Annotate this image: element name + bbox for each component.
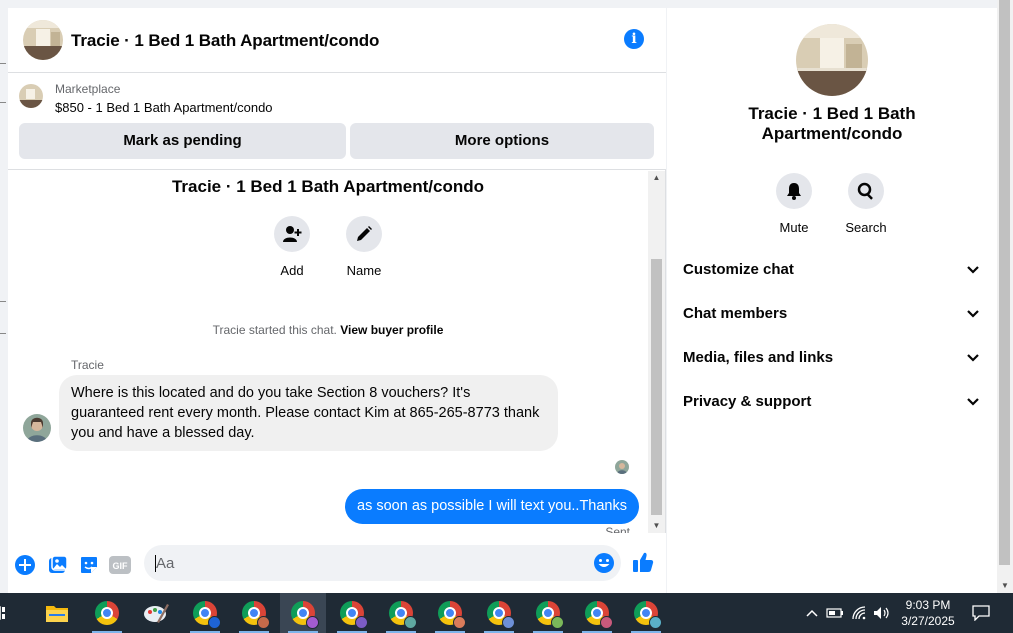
outgoing-message[interactable]: as soon as possible I will text you..Tha… — [345, 489, 639, 524]
window-scroll-down-arrow-icon[interactable]: ▼ — [997, 581, 1013, 590]
chrome-profile-5-icon[interactable] — [378, 593, 424, 633]
media-files-links-label: Media, files and links — [683, 349, 834, 366]
gif-label: GIF — [113, 561, 129, 571]
top-strip — [0, 0, 997, 8]
listing-title[interactable]: $850 - 1 Bed 1 Bath Apartment/condo — [55, 100, 273, 115]
mute-label: Mute — [779, 220, 809, 235]
chat-avatar[interactable] — [23, 20, 63, 60]
chevron-down-icon[interactable] — [967, 252, 979, 288]
battery-icon[interactable] — [825, 593, 845, 633]
show-hidden-icons-chevron-icon[interactable] — [803, 593, 821, 633]
privacy-support-label: Privacy & support — [683, 393, 812, 410]
view-buyer-profile-link[interactable]: View buyer profile — [340, 323, 443, 337]
chevron-down-icon[interactable] — [967, 384, 979, 420]
clock-date: 3/27/2025 — [901, 614, 955, 628]
message-input[interactable] — [144, 545, 621, 581]
more-options-button[interactable]: More options — [350, 123, 654, 159]
search-label: Search — [845, 220, 887, 235]
message-scrollbar[interactable]: ▲ ▼ — [648, 171, 665, 533]
listing-thumbnail[interactable] — [19, 84, 43, 108]
notification-icon[interactable] — [968, 593, 994, 633]
system-clock[interactable]: 9:03 PM 3/27/2025 — [896, 597, 960, 629]
sender-avatar[interactable] — [23, 414, 51, 442]
chrome-profile-10-icon[interactable] — [623, 593, 669, 633]
name-action[interactable]: Name — [334, 216, 394, 278]
emoji-icon[interactable] — [593, 552, 615, 579]
window-scrollbar[interactable]: ▼ — [997, 0, 1013, 593]
chevron-down-icon[interactable] — [967, 296, 979, 332]
chat-members-section[interactable]: Chat members — [667, 296, 997, 332]
clock-time: 9:03 PM — [905, 598, 951, 612]
scroll-up-arrow-icon[interactable]: ▲ — [648, 171, 665, 185]
scroll-down-arrow-icon[interactable]: ▼ — [648, 519, 665, 533]
file-explorer-icon[interactable] — [34, 593, 80, 633]
paint-app-icon[interactable] — [133, 593, 179, 633]
info-avatar[interactable] — [796, 24, 868, 96]
photo-icon[interactable] — [47, 554, 69, 576]
chat-info-panel: Tracie · 1 Bed 1 Bath Apartment/condo Mu… — [667, 8, 997, 593]
chrome-profile-6-icon[interactable] — [427, 593, 473, 633]
chat-members-label: Chat members — [683, 305, 788, 322]
chevron-down-icon[interactable] — [967, 340, 979, 376]
volume-icon[interactable] — [872, 593, 892, 633]
chrome-profile-8-icon[interactable] — [525, 593, 571, 633]
sent-status: Sent — [605, 525, 630, 533]
name-label: Name — [346, 263, 382, 278]
chrome-profile-4-icon[interactable] — [329, 593, 375, 633]
media-files-links-section[interactable]: Media, files and links — [667, 340, 997, 376]
mark-as-pending-button[interactable]: Mark as pending — [19, 123, 346, 159]
chat-column: Tracie · 1 Bed 1 Bath Apartment/condo i … — [8, 8, 666, 593]
gif-icon[interactable]: GIF — [109, 554, 131, 576]
add-label: Add — [280, 263, 304, 278]
marketplace-bar: Marketplace $850 - 1 Bed 1 Bath Apartmen… — [8, 73, 666, 170]
window-scroll-thumb[interactable] — [999, 0, 1010, 565]
marketplace-label: Marketplace — [55, 82, 121, 96]
pencil-icon[interactable] — [346, 216, 382, 252]
chat-started-text: Tracie started this chat. — [212, 323, 337, 337]
search-icon[interactable] — [848, 173, 884, 209]
bell-icon[interactable] — [776, 173, 812, 209]
sticker-icon[interactable] — [78, 554, 100, 576]
task-view-icon[interactable] — [0, 593, 16, 633]
chat-header: Tracie · 1 Bed 1 Bath Apartment/condo i — [8, 8, 666, 73]
message-scroll-thumb[interactable] — [651, 259, 662, 515]
chrome-profile-7-icon[interactable] — [476, 593, 522, 633]
chrome-profile-2-icon[interactable] — [231, 593, 277, 633]
message-list[interactable]: Tracie · 1 Bed 1 Bath Apartment/condo Ad… — [8, 171, 648, 533]
privacy-support-section[interactable]: Privacy & support — [667, 384, 997, 420]
conversation-title: Tracie · 1 Bed 1 Bath Apartment/condo — [171, 177, 485, 196]
message-composer: GIF — [8, 533, 666, 593]
add-people-action[interactable]: Add — [262, 216, 322, 278]
add-person-icon[interactable] — [274, 216, 310, 252]
chat-started-notice: Tracie started this chat. View buyer pro… — [8, 323, 648, 337]
thumbs-up-icon[interactable] — [632, 551, 654, 578]
chrome-profile-a-icon[interactable] — [182, 593, 228, 633]
taskbar: 9:03 PM 3/27/2025 — [0, 593, 1013, 633]
info-icon[interactable]: i — [624, 29, 644, 49]
customize-chat-section[interactable]: Customize chat — [667, 252, 997, 288]
info-title: Tracie · 1 Bed 1 Bath Apartment/condo — [748, 104, 916, 143]
incoming-message[interactable]: Where is this located and do you take Se… — [59, 375, 558, 451]
wifi-icon[interactable] — [850, 593, 870, 633]
chrome-icon[interactable] — [84, 593, 130, 633]
search-action[interactable]: Search — [836, 173, 896, 235]
mute-action[interactable]: Mute — [764, 173, 824, 235]
plus-icon[interactable] — [14, 554, 36, 576]
left-edge — [0, 8, 8, 593]
chrome-profile-9-icon[interactable] — [574, 593, 620, 633]
chrome-profile-3-icon[interactable] — [280, 593, 326, 633]
customize-chat-label: Customize chat — [683, 261, 794, 278]
seen-indicator-avatar — [615, 460, 629, 474]
text-caret — [155, 555, 156, 572]
sender-name: Tracie — [71, 358, 104, 372]
chat-title: Tracie · 1 Bed 1 Bath Apartment/condo — [71, 31, 380, 50]
